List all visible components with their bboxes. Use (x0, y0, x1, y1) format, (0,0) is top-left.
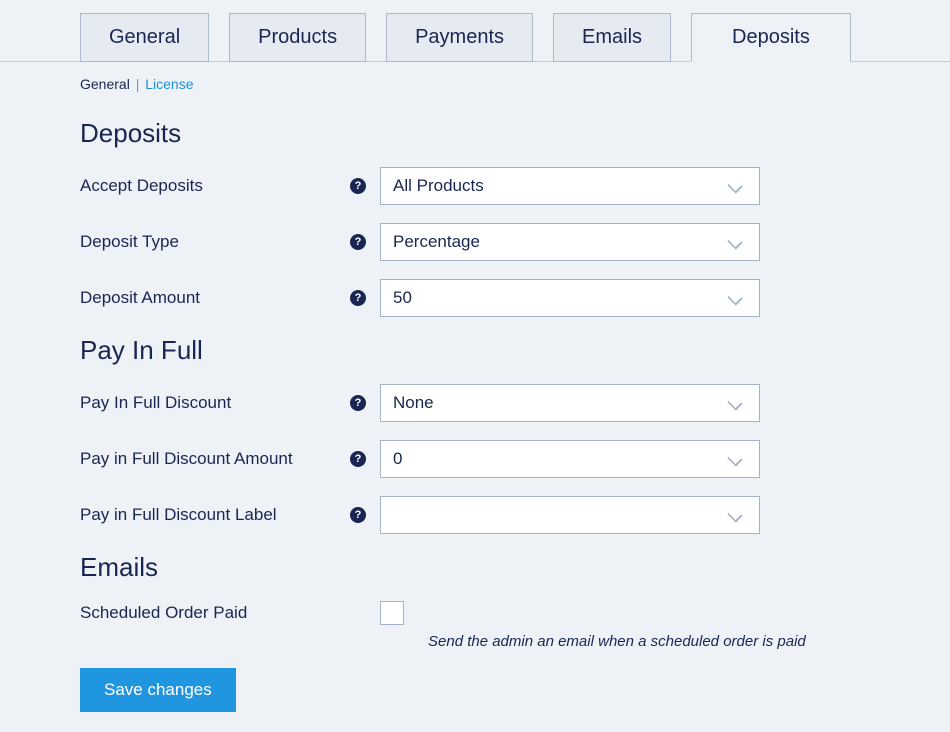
heading-emails: Emails (80, 552, 870, 583)
subnav-divider: | (136, 76, 140, 92)
help-icon[interactable]: ? (350, 178, 366, 194)
tabs-nav: General Products Payments Emails Deposit… (0, 0, 950, 62)
label-deposit-amount: Deposit Amount (80, 288, 200, 308)
subnav: General | License (0, 62, 950, 98)
select-payfull-amount[interactable]: 0 (380, 440, 760, 478)
select-payfull-label[interactable] (380, 496, 760, 534)
desc-scheduled-paid: Send the admin an email when a scheduled… (428, 633, 870, 650)
tab-deposits[interactable]: Deposits (691, 13, 851, 62)
help-icon[interactable]: ? (350, 290, 366, 306)
chevron-down-icon (727, 509, 747, 521)
chevron-down-icon (727, 180, 747, 192)
help-icon[interactable]: ? (350, 507, 366, 523)
select-value: All Products (393, 176, 484, 196)
chevron-down-icon (727, 397, 747, 409)
heading-deposits: Deposits (80, 118, 870, 149)
chevron-down-icon (727, 236, 747, 248)
select-deposit-amount[interactable]: 50 (380, 279, 760, 317)
heading-payfull: Pay In Full (80, 335, 870, 366)
select-deposit-type[interactable]: Percentage (380, 223, 760, 261)
label-scheduled-paid: Scheduled Order Paid (80, 603, 247, 623)
select-payfull-discount[interactable]: None (380, 384, 760, 422)
select-value: None (393, 393, 434, 413)
help-icon[interactable]: ? (350, 395, 366, 411)
checkbox-scheduled-paid[interactable] (380, 601, 404, 625)
chevron-down-icon (727, 292, 747, 304)
tab-emails[interactable]: Emails (553, 13, 671, 62)
select-value: 0 (393, 449, 402, 469)
label-payfull-amount: Pay in Full Discount Amount (80, 449, 293, 469)
tab-payments[interactable]: Payments (386, 13, 533, 62)
help-icon[interactable]: ? (350, 234, 366, 250)
subnav-general[interactable]: General (80, 76, 130, 92)
label-payfull-label: Pay in Full Discount Label (80, 505, 277, 525)
label-deposit-type: Deposit Type (80, 232, 179, 252)
save-button[interactable]: Save changes (80, 668, 236, 712)
label-payfull-discount: Pay In Full Discount (80, 393, 231, 413)
select-value: Percentage (393, 232, 480, 252)
tab-general[interactable]: General (80, 13, 209, 62)
select-value: 50 (393, 288, 412, 308)
subnav-license[interactable]: License (145, 76, 193, 92)
chevron-down-icon (727, 453, 747, 465)
label-accept-deposits: Accept Deposits (80, 176, 203, 196)
help-icon[interactable]: ? (350, 451, 366, 467)
select-accept-deposits[interactable]: All Products (380, 167, 760, 205)
tab-products[interactable]: Products (229, 13, 366, 62)
